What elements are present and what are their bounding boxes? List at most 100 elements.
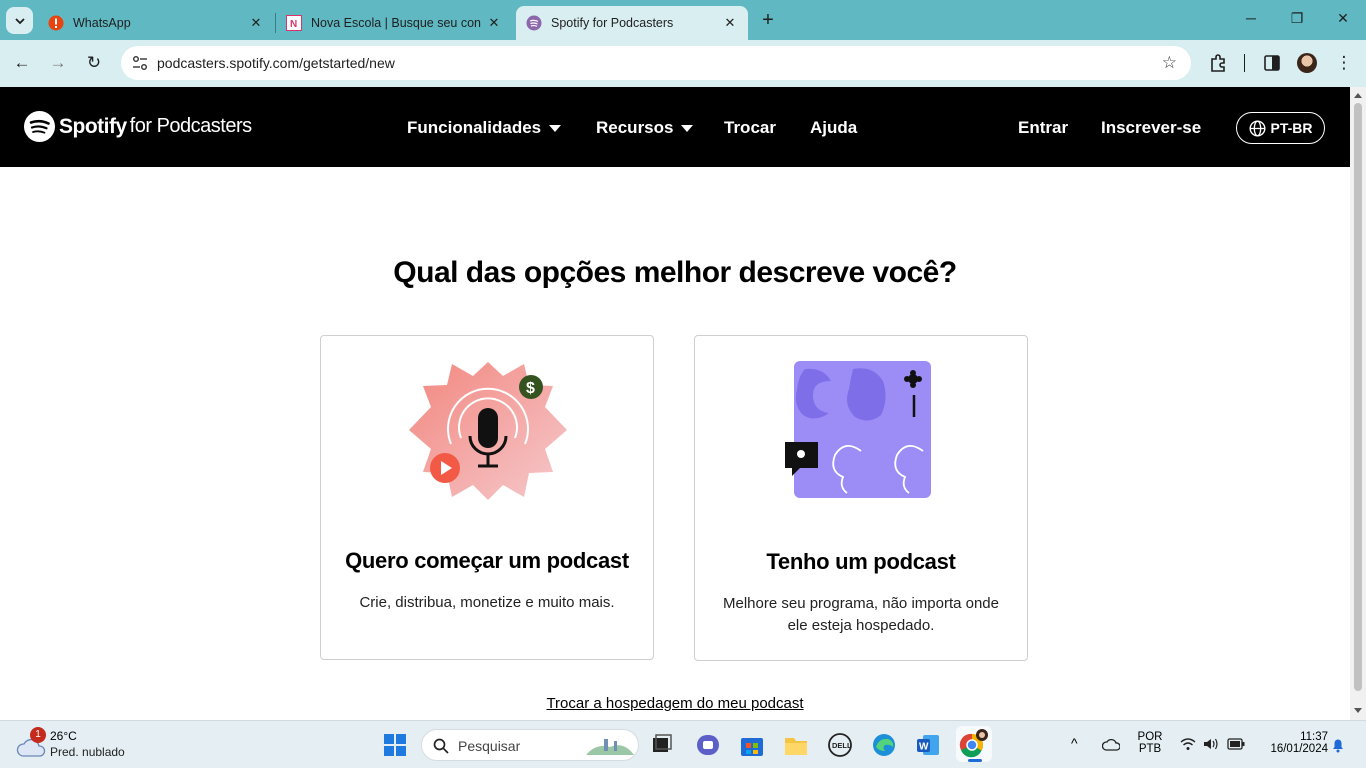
svg-text:W: W (919, 742, 929, 753)
clock[interactable]: 11:37 16/01/2024 (1256, 731, 1328, 755)
edge-browser-icon[interactable] (871, 732, 897, 758)
new-tab-icon[interactable]: + (758, 10, 778, 30)
restore-icon[interactable]: ❐ (1287, 10, 1307, 27)
caret-down-icon (549, 124, 562, 132)
profile-avatar[interactable] (1297, 53, 1317, 73)
login-label: Entrar (1018, 118, 1069, 137)
caret-down-icon (681, 124, 694, 132)
word-icon[interactable]: W (915, 732, 941, 758)
page-title: Qual das opções melhor descreve você? (393, 256, 957, 289)
nav-trocar[interactable]: Trocar (724, 118, 776, 138)
browser-tab-bar: WhatsApp ✕ N Nova Escola | Busque seu co… (0, 0, 1366, 40)
scroll-down-icon[interactable] (1354, 708, 1362, 713)
chrome-icon[interactable] (956, 726, 992, 762)
nav-label: Ajuda (810, 118, 858, 137)
logo-wordmark: Spotify (59, 114, 127, 138)
tray-chevron-up-icon[interactable]: ^ (1071, 735, 1078, 751)
scroll-up-icon[interactable] (1354, 93, 1362, 98)
tab-spotify-podcasters[interactable]: Spotify for Podcasters ✕ (516, 6, 748, 40)
nova-escola-icon: N (286, 15, 302, 31)
card-description: Melhore seu programa, não importa onde e… (723, 595, 999, 634)
back-arrow-icon[interactable]: ← (11, 52, 33, 74)
volume-icon[interactable] (1203, 737, 1219, 751)
tab-title: Spotify for Podcasters (551, 16, 674, 30)
clock-date: 16/01/2024 (1270, 743, 1328, 755)
close-window-icon[interactable]: ✕ (1333, 10, 1353, 27)
language-bottom: PTB (1138, 743, 1162, 755)
windows-start-icon[interactable] (384, 734, 406, 756)
spotify-podcasters-logo[interactable]: Spotify for Podcasters (24, 111, 252, 142)
site-header: Spotify for Podcasters Funcionalidades R… (0, 87, 1350, 167)
taskbar-search[interactable]: Pesquisar (421, 729, 639, 761)
file-explorer-icon[interactable] (783, 732, 809, 758)
extensions-icon[interactable] (1208, 53, 1228, 73)
bookmark-star-icon[interactable]: ☆ (1162, 53, 1177, 73)
tab-title: WhatsApp (73, 16, 131, 30)
clock-time: 11:37 (1300, 731, 1328, 743)
task-view-icon[interactable] (650, 732, 676, 758)
page-scrollbar[interactable] (1350, 87, 1366, 720)
signup-link[interactable]: Inscrever-se (1101, 118, 1201, 138)
language-indicator[interactable]: POR PTB (1134, 731, 1166, 755)
language-label: PT-BR (1270, 120, 1313, 136)
quote-illustration (785, 361, 931, 498)
nav-ajuda[interactable]: Ajuda (810, 118, 857, 138)
toolbar-divider (1244, 54, 1245, 72)
side-panel-icon[interactable] (1262, 53, 1282, 73)
alert-icon (48, 15, 64, 31)
nav-label: Recursos (596, 118, 674, 137)
tab-nova-escola[interactable]: N Nova Escola | Busque seu conte ✕ (276, 6, 512, 40)
forward-arrow-icon[interactable]: → (47, 52, 69, 74)
card-title: Tenho um podcast (766, 549, 956, 574)
search-highlight-icon (586, 739, 634, 755)
weather-badge: 1 (30, 727, 46, 743)
wifi-icon[interactable] (1180, 737, 1196, 751)
scrollbar-thumb[interactable] (1354, 103, 1362, 691)
tab-title: Nova Escola | Busque seu conte (311, 16, 481, 30)
search-icon (433, 738, 449, 754)
card-description: Crie, distribua, monetize e muito mais. (359, 594, 615, 611)
signup-label: Inscrever-se (1101, 118, 1202, 137)
site-settings-icon (133, 56, 147, 70)
card-title: Quero começar um podcast (345, 548, 629, 573)
nav-recursos[interactable]: Recursos (596, 118, 694, 138)
weather-condition: Pred. nublado (50, 745, 125, 759)
onedrive-sync-icon[interactable] (1102, 737, 1120, 753)
search-placeholder: Pesquisar (458, 738, 521, 754)
globe-icon (1248, 119, 1266, 137)
nav-label: Trocar (724, 118, 776, 137)
start-podcast-card[interactable]: $ Quero começar um podcast Crie, distrib… (320, 335, 654, 660)
temperature: 26°C (50, 729, 77, 743)
teams-chat-icon[interactable] (695, 732, 721, 758)
nav-label: Funcionalidades (407, 118, 542, 137)
have-podcast-card[interactable]: Tenho um podcast Melhore seu programa, n… (694, 335, 1028, 661)
url-text: podcasters.spotify.com/getstarted/new (157, 55, 395, 71)
spotify-podcasters-icon (526, 15, 542, 31)
address-bar[interactable]: podcasters.spotify.com/getstarted/new ☆ (121, 46, 1191, 80)
minimize-icon[interactable]: ─ (1241, 10, 1261, 26)
notification-bell-icon[interactable] (1331, 737, 1345, 753)
svg-text:N: N (290, 19, 297, 30)
dell-icon[interactable]: DELL (827, 732, 853, 758)
battery-icon[interactable] (1227, 738, 1245, 750)
login-link[interactable]: Entrar (1018, 118, 1068, 138)
svg-text:DELL: DELL (832, 741, 852, 750)
close-tab-icon[interactable]: ✕ (486, 15, 502, 31)
close-tab-icon[interactable]: ✕ (722, 15, 738, 31)
transfer-hosting-link[interactable]: Trocar a hospedagem do meu podcast (0, 695, 1350, 712)
browser-toolbar: ← → ↻ podcasters.spotify.com/getstarted/… (0, 40, 1366, 87)
nav-funcionalidades[interactable]: Funcionalidades (407, 118, 562, 138)
windows-taskbar: 1 26°C Pred. nublado Pesquisar DELL W ^ … (0, 720, 1366, 768)
microphone-illustration: $ (409, 362, 567, 500)
tab-whatsapp[interactable]: WhatsApp ✕ (38, 6, 274, 40)
tab-search-button[interactable] (6, 7, 33, 34)
reload-icon[interactable]: ↻ (83, 52, 105, 74)
menu-dots-icon[interactable]: ⋮ (1333, 52, 1355, 74)
svg-text:$: $ (526, 380, 535, 397)
language-button[interactable]: PT-BR (1236, 112, 1325, 144)
spotify-logo-icon (24, 111, 55, 142)
chevron-down-icon (14, 17, 25, 24)
language-top: POR (1137, 731, 1163, 743)
close-tab-icon[interactable]: ✕ (248, 15, 264, 31)
microsoft-store-icon[interactable] (739, 732, 765, 758)
